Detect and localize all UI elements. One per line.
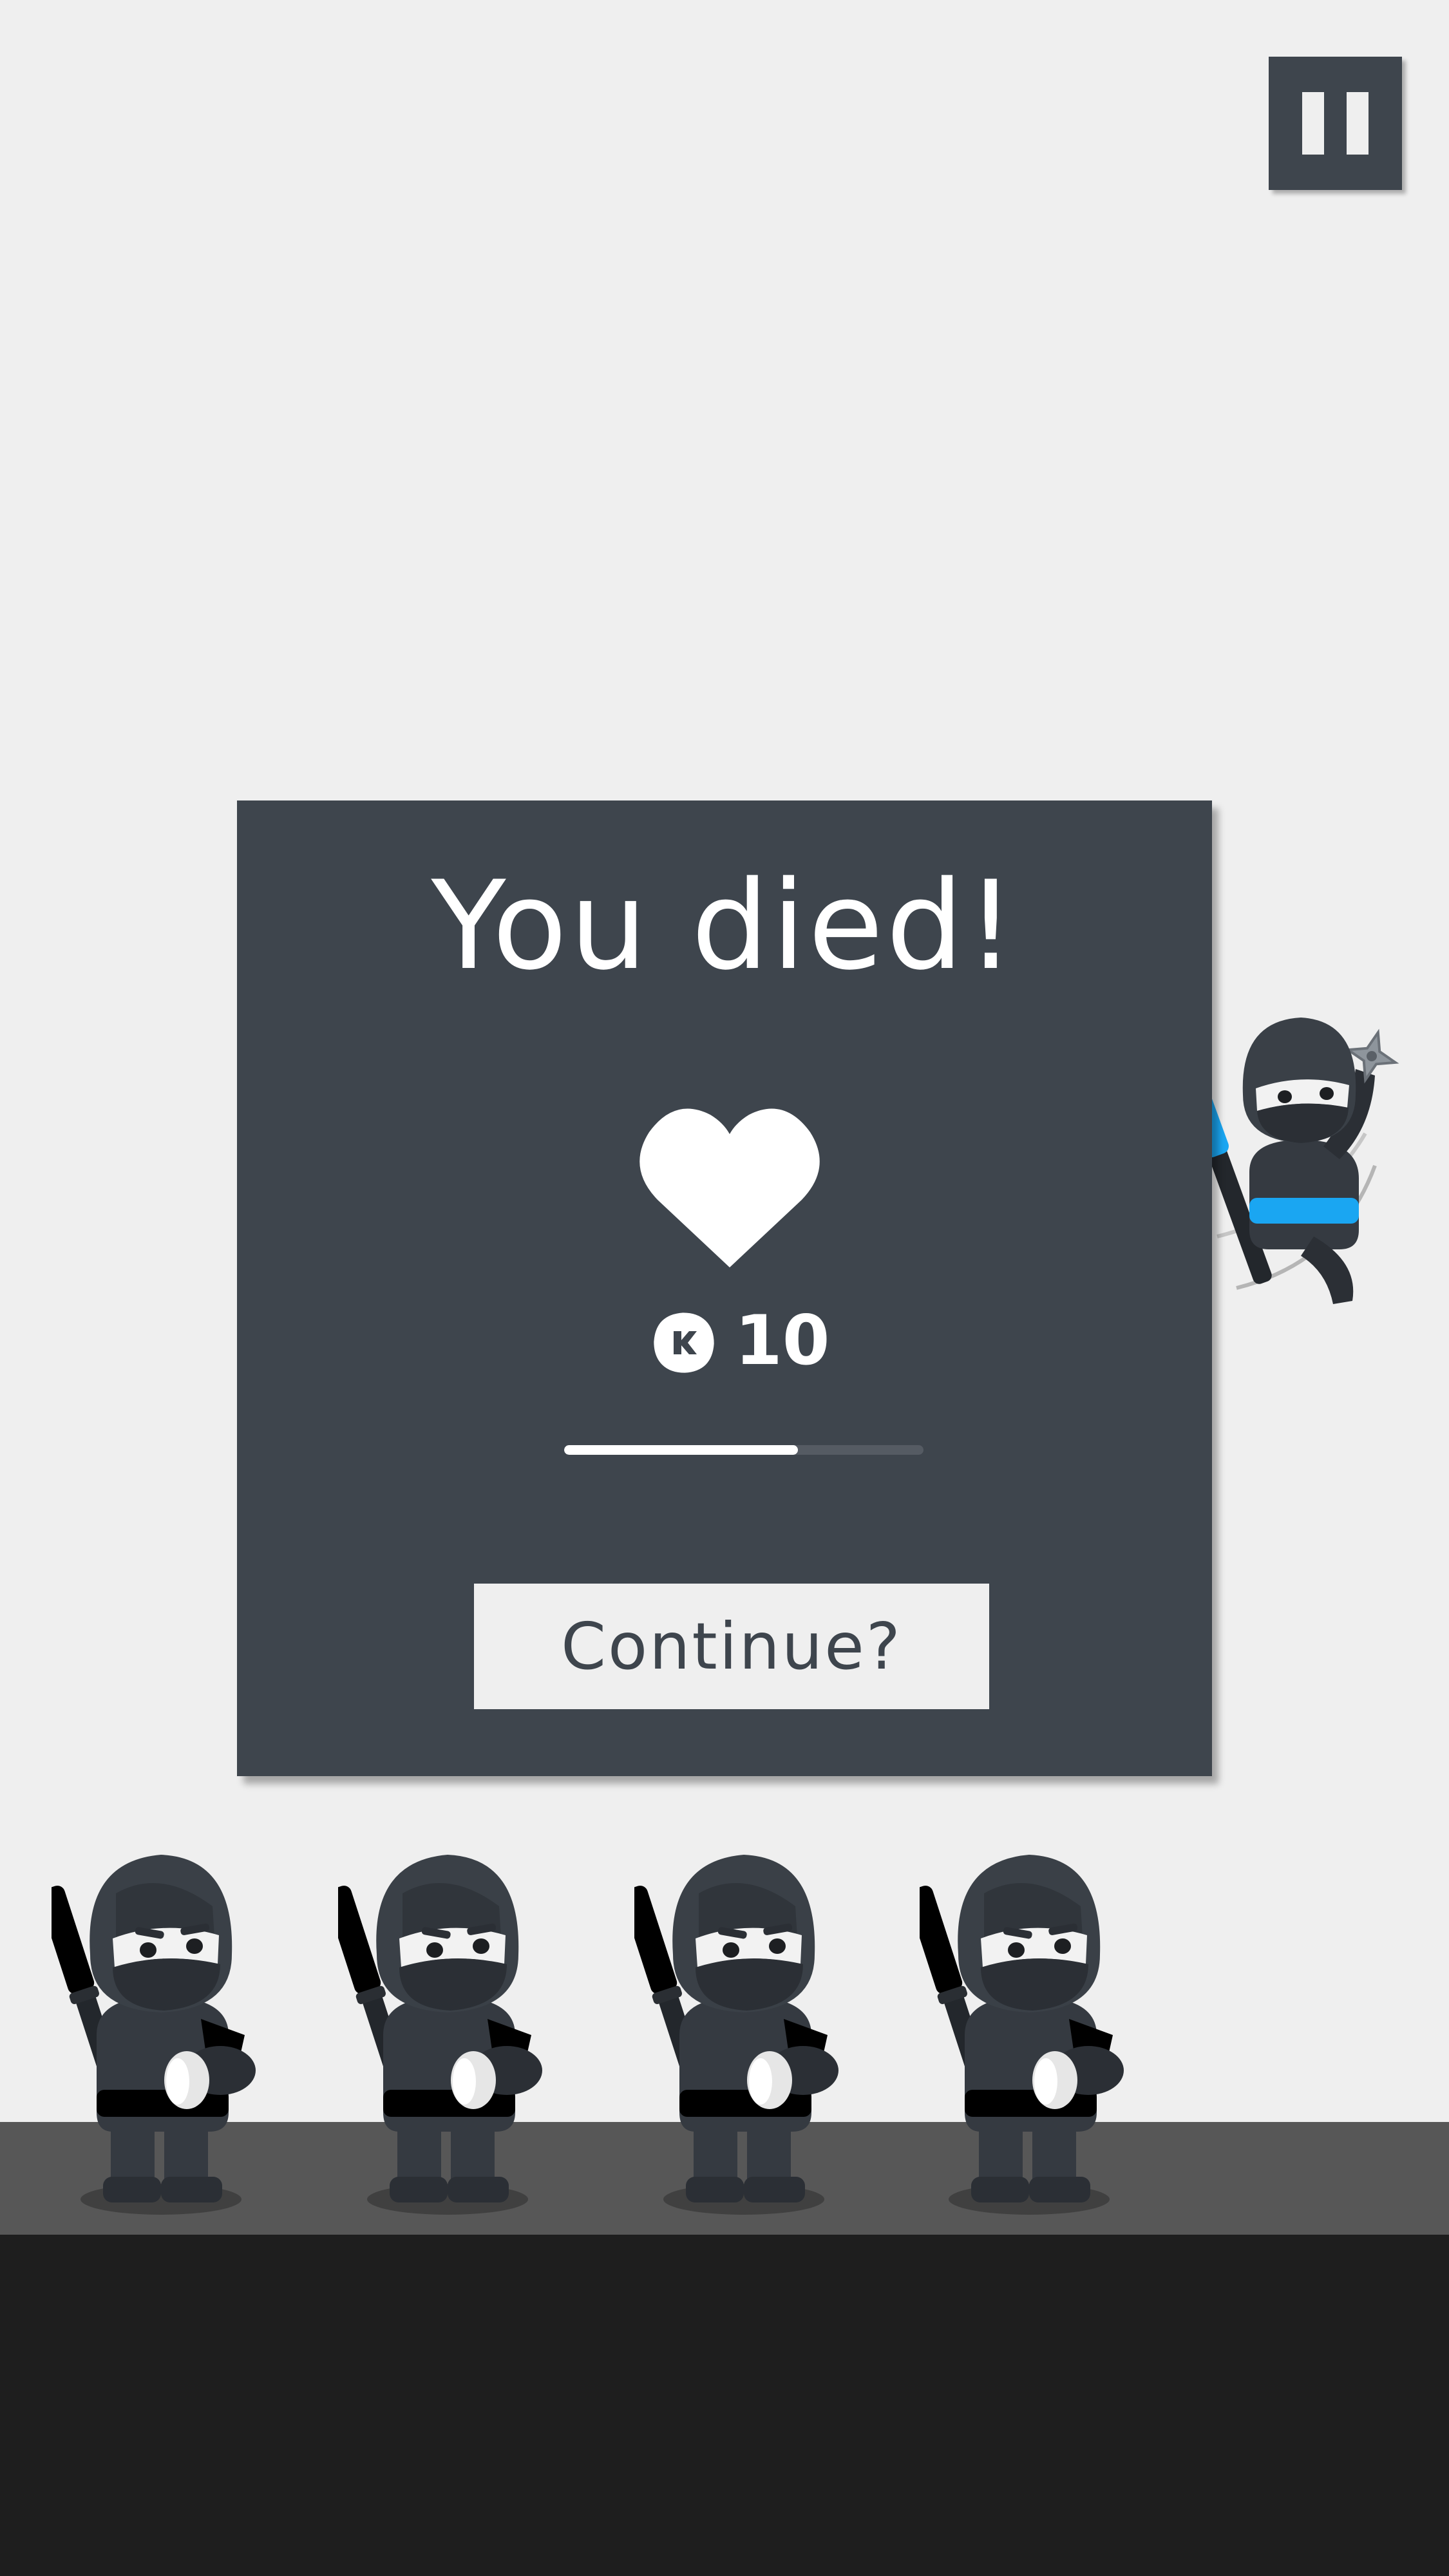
pause-button[interactable]: [1269, 57, 1402, 190]
continue-timer-fill: [564, 1445, 798, 1455]
dark-floor: [0, 2235, 1449, 2576]
heart-icon: [639, 1108, 820, 1267]
coin-icon: [654, 1312, 714, 1373]
ninja-green: .g .belt{fill:#8cf21a}.g .hilt{fill:#8cf…: [920, 1855, 1124, 2215]
lives-counter: 10: [237, 1301, 1212, 1380]
continue-timer-bar: [564, 1445, 923, 1455]
lives-count: 10: [735, 1301, 830, 1380]
ninja-red: .r .belt{fill:#ff3b0a}.r .hilt{fill:#ff3…: [52, 1855, 256, 2215]
ninja-orange: .o .belt{fill:#ffa415}.o .hilt{fill:#ffa…: [338, 1855, 542, 2215]
game-over-dialog: You died! 10 Continue?: [237, 800, 1212, 1776]
ninja-blue-jumping: [1211, 1018, 1399, 1304]
continue-button[interactable]: Continue?: [474, 1584, 989, 1709]
dialog-title: You died!: [431, 855, 1018, 997]
ninja-yellow: .y .belt{fill:#ffe518}.y .hilt{fill:#ffe…: [634, 1855, 838, 2215]
